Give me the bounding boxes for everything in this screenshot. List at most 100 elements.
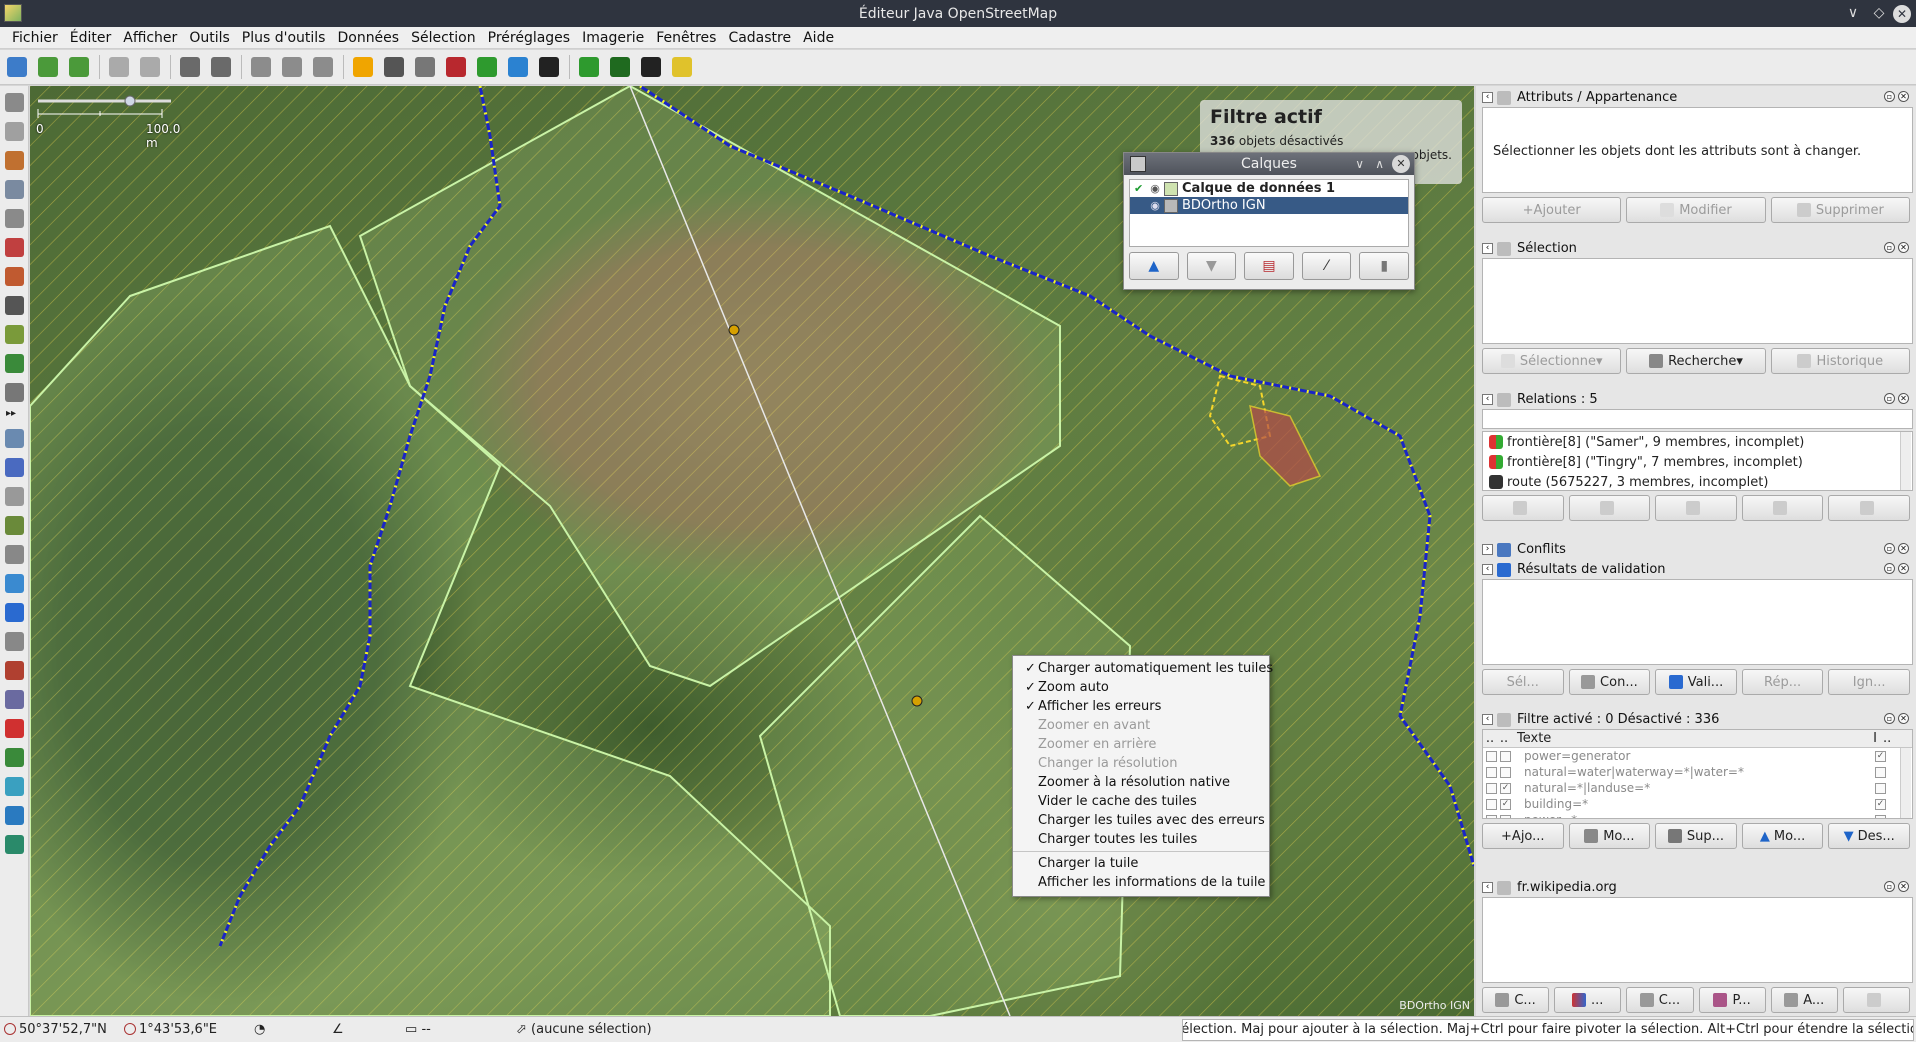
- validation-button[interactable]: [2, 599, 27, 625]
- filter-hide-checkbox[interactable]: ✓: [1500, 798, 1511, 810]
- tractor-button[interactable]: [638, 53, 664, 81]
- fix-button[interactable]: Rép...: [1741, 669, 1824, 695]
- wiki-button-2[interactable]: ...: [1554, 987, 1622, 1013]
- filter-enabled-checkbox[interactable]: [1486, 814, 1497, 818]
- gps-button[interactable]: [2, 773, 27, 799]
- info-button[interactable]: [2, 802, 27, 828]
- wiki-button-6[interactable]: [1842, 987, 1911, 1013]
- col-enabled[interactable]: ..: [1483, 731, 1497, 746]
- close-window-button[interactable]: ✕: [1893, 5, 1911, 23]
- detach-icon[interactable]: ▫: [1884, 563, 1895, 574]
- improve-way-button[interactable]: [2, 292, 27, 318]
- measure-button[interactable]: [2, 234, 27, 260]
- extrude-button[interactable]: [2, 321, 27, 347]
- close-panel-icon[interactable]: ✕: [1898, 393, 1909, 404]
- filter-enabled-checkbox[interactable]: [1486, 766, 1497, 778]
- detach-icon[interactable]: ▫: [1884, 881, 1895, 892]
- menu-editer[interactable]: Éditer: [64, 30, 117, 46]
- close-panel-icon[interactable]: ✕: [1898, 881, 1909, 892]
- conflicts-panel-header[interactable]: › Conflits ▫ ✕: [1476, 540, 1916, 559]
- filter-hide-checkbox[interactable]: [1500, 814, 1511, 818]
- filter-move-down-button[interactable]: ▼ Des...: [1828, 823, 1910, 849]
- power-tower-icon[interactable]: [728, 324, 740, 336]
- filter-button[interactable]: [2, 628, 27, 654]
- delete-tag-button[interactable]: Supprimer: [1770, 197, 1910, 223]
- close-panel-icon[interactable]: ✕: [1898, 242, 1909, 253]
- delete-layer-button[interactable]: ▮: [1359, 252, 1409, 280]
- col-text[interactable]: Texte: [1511, 731, 1867, 746]
- image-tool-button[interactable]: [2, 570, 27, 596]
- upload-button[interactable]: [66, 53, 92, 81]
- reload-button[interactable]: [310, 53, 336, 81]
- wikipedia-list[interactable]: [1482, 897, 1913, 983]
- save-button[interactable]: [35, 53, 61, 81]
- conflict-tool-button[interactable]: [2, 541, 27, 567]
- tag-tool-button[interactable]: [2, 425, 27, 451]
- relation-tool-button[interactable]: [2, 454, 27, 480]
- left-toolbar-more[interactable]: ▸▸: [0, 408, 28, 422]
- selection-panel-header[interactable]: ‹ Sélection ▫ ✕: [1476, 239, 1916, 258]
- context-menu-item[interactable]: Zoomer à la résolution native: [1013, 773, 1269, 792]
- forest-button[interactable]: [474, 53, 500, 81]
- filter-row[interactable]: power=generator ✓: [1483, 748, 1912, 764]
- plugin-button[interactable]: [2, 686, 27, 712]
- lasso-button[interactable]: [2, 118, 27, 144]
- farmland-button[interactable]: [669, 53, 695, 81]
- commands-button[interactable]: [2, 512, 27, 538]
- validation-results[interactable]: [1482, 579, 1913, 665]
- validation-config-button[interactable]: Con...: [1568, 669, 1651, 695]
- filter-hide-checkbox[interactable]: ✓: [1500, 782, 1511, 794]
- menu-cadastre[interactable]: Cadastre: [722, 30, 797, 46]
- mapillary-button[interactable]: [2, 744, 27, 770]
- menu-fichier[interactable]: Fichier: [6, 30, 64, 46]
- add-tag-button[interactable]: + Ajouter: [1482, 197, 1622, 223]
- move-down-button[interactable]: ▼: [1186, 252, 1237, 280]
- close-panel-icon[interactable]: ✕: [1898, 563, 1909, 574]
- relation-zoom-button[interactable]: [1828, 495, 1910, 521]
- filter-invert-checkbox[interactable]: [1875, 814, 1886, 818]
- context-menu-item[interactable]: ✓ Charger automatiquement les tuiles: [1013, 659, 1273, 678]
- menu-afficher[interactable]: Afficher: [117, 30, 183, 46]
- search-button[interactable]: Recherche▾: [1626, 348, 1766, 374]
- filter-scrollbar[interactable]: [1900, 748, 1911, 818]
- filter-row[interactable]: natural=water|waterway=*|water=*: [1483, 764, 1912, 780]
- collapse-icon[interactable]: ∨: [1355, 153, 1364, 175]
- filter-row[interactable]: ✓ natural=*|landuse=*: [1483, 780, 1912, 796]
- select-tool-button[interactable]: [2, 89, 27, 115]
- menu-imagerie[interactable]: Imagerie: [576, 30, 650, 46]
- time-button[interactable]: [2, 831, 27, 857]
- filter-add-button[interactable]: + Ajo...: [1482, 823, 1564, 849]
- relation-filter-input[interactable]: [1482, 409, 1913, 429]
- filter-enabled-checkbox[interactable]: [1486, 750, 1497, 762]
- preferences-button[interactable]: [177, 53, 203, 81]
- undo-button[interactable]: [106, 53, 132, 81]
- close-panel-icon[interactable]: ✕: [1898, 91, 1909, 102]
- detach-icon[interactable]: ▫: [1884, 713, 1895, 724]
- relation-delete-button[interactable]: [1741, 495, 1824, 521]
- wiki-button-3[interactable]: C...: [1626, 987, 1694, 1013]
- selection-list-button[interactable]: [2, 483, 27, 509]
- relations-panel-header[interactable]: ‹ Relations : 5 ▫ ✕: [1476, 390, 1916, 409]
- menu-preglages[interactable]: Préréglages: [482, 30, 576, 46]
- split-way-button[interactable]: [279, 53, 305, 81]
- filter-move-up-button[interactable]: ▲ Mo...: [1741, 823, 1824, 849]
- menu-fenetres[interactable]: Fenêtres: [650, 30, 722, 46]
- filter-enabled-checkbox[interactable]: [1486, 782, 1497, 794]
- toggle-icon[interactable]: ‹: [1482, 882, 1493, 893]
- toggle-icon[interactable]: ‹: [1482, 714, 1493, 725]
- filter-delete-button[interactable]: Sup...: [1655, 823, 1737, 849]
- validation-select-button[interactable]: Sél...: [1482, 669, 1564, 695]
- context-menu-item[interactable]: Charger les tuiles avec des erreurs: [1013, 811, 1269, 830]
- context-menu-item[interactable]: Zoomer en arrière: [1013, 735, 1269, 754]
- filter-panel-header[interactable]: ‹ Filtre activé : 0 Désactivé : 336 ▫ ✕: [1476, 710, 1916, 729]
- selection-list[interactable]: [1482, 258, 1913, 344]
- toggle-icon[interactable]: ›: [1482, 544, 1493, 555]
- filter-invert-checkbox[interactable]: ✓: [1875, 798, 1886, 810]
- menu-aide[interactable]: Aide: [797, 30, 840, 46]
- redo-button[interactable]: [137, 53, 163, 81]
- open-file-button[interactable]: [4, 53, 30, 81]
- zoom-tool-button[interactable]: [2, 176, 27, 202]
- imagery-attribution[interactable]: BDOrtho IGN: [1399, 999, 1470, 1012]
- power-tower-icon-2[interactable]: [911, 695, 923, 707]
- street-lamp-button[interactable]: [412, 53, 438, 81]
